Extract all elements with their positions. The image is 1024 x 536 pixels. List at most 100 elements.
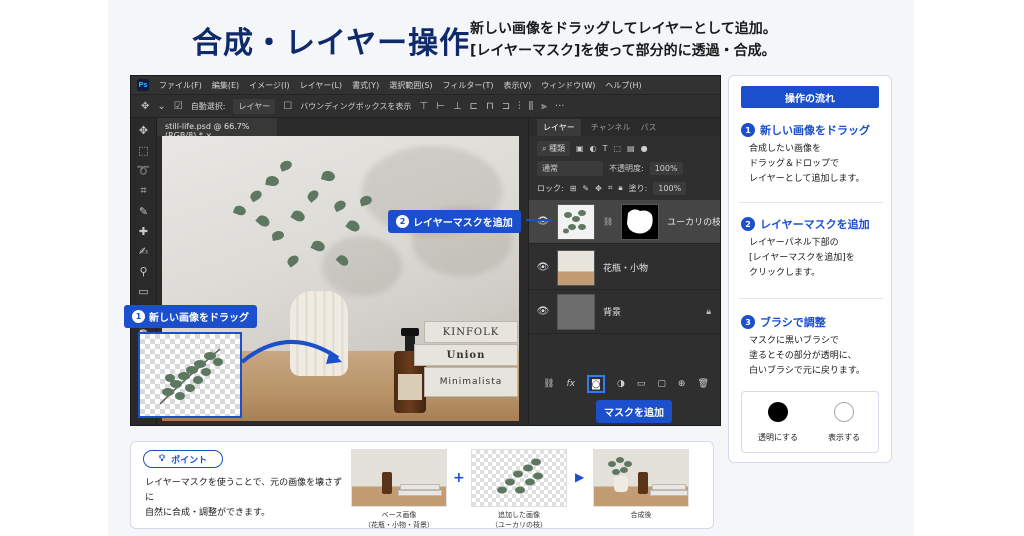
stamp-icon[interactable]: ⚲ [139,265,147,278]
step-number: 2 [741,217,755,231]
crop-icon[interactable]: ⌗ [140,184,146,198]
eye-icon[interactable]: 👁︎ [537,262,550,274]
checkbox-checked-icon[interactable]: ☑ [174,101,183,112]
drag-callout-label: 新しい画像をドラッグ [149,313,249,324]
menu-layer[interactable]: レイヤー(L) [300,80,342,91]
leaf [310,238,327,254]
layers-footer: ⛓ fx ◙ ◑ ▭ ▢ ⊕ 🗑︎ [529,373,720,395]
step-3-body: マスクに黒いブラシで 塗るとその部分が透明に、 白いブラシで元に戻ります。 [749,334,889,379]
eraser-icon[interactable]: ▭ [138,285,148,298]
group-folder-icon[interactable]: ▭ [637,379,646,389]
align-left-icon[interactable]: ⊏ [470,101,478,112]
marquee-icon[interactable]: ⬚ [138,144,148,157]
mask-callout-connector [526,219,552,221]
filter-smart-icon[interactable]: ▤ [627,144,635,153]
link-layers-icon[interactable]: ⛓ [543,379,554,389]
filter-pixel-icon[interactable]: ▣ [576,144,584,153]
distribute-v-icon[interactable]: ⫸ [541,101,547,112]
healing-icon[interactable]: ✚ [139,225,148,238]
move-tool-icon[interactable]: ✥ [141,101,149,112]
opacity-input[interactable]: 100% [649,161,683,175]
layer-row-vase[interactable]: 👁︎ 花瓶・小物 [529,246,720,290]
step-1-title: 1 新しい画像をドラッグ [741,122,870,138]
options-bar: ✥ ⌄ ☑ 自動選択: レイヤー ☐ バウンディングボックスを表示 ⊤ ⊢ ⊥ … [131,94,720,118]
layer-mask-thumbnail[interactable] [621,203,660,240]
bottle-pump [401,328,419,336]
filter-kind-dropdown[interactable]: ⌕ 種類 [537,140,571,156]
filter-shape-icon[interactable]: ⬚ [613,144,621,153]
tab-channels[interactable]: チャンネル [591,122,631,133]
layer-row-background[interactable]: 👁︎ 背景 🔒︎ [529,290,720,334]
caption-line: 合成後 [630,511,652,519]
mini-bottle [382,472,392,494]
eyedropper-icon[interactable]: ✎ [139,205,148,218]
example-result-image [593,449,689,507]
add-layer-mask-button[interactable]: ◙ [587,375,606,393]
point-line: 自然に合成・調整ができます。 [145,508,271,518]
folder-icon[interactable]: ▢ [657,379,666,389]
lasso-icon[interactable]: ➰ [137,164,151,177]
mini-book [650,490,688,496]
auto-select-target-dropdown[interactable]: レイヤー [233,98,276,114]
eye-icon[interactable]: 👁︎ [537,306,550,318]
example-added-caption: 追加した画像 （ユーカリの枝） [471,510,567,530]
fill-input[interactable]: 100% [653,181,687,195]
distribute-h-icon[interactable]: ⫼ [529,101,534,112]
lock-all-icon[interactable]: 🔒︎ [618,183,622,193]
step-title-text: ブラシで調整 [760,316,826,329]
fx-icon[interactable]: fx [567,379,576,389]
distribute-icon[interactable]: ⫶ [518,101,521,112]
new-layer-icon[interactable]: ⊕ [678,379,686,389]
menu-view[interactable]: 表示(V) [504,80,532,91]
blend-row: 通常 不透明度: 100% [529,158,720,178]
panel-tabs: レイヤー チャンネル パス [529,118,720,136]
layer-row-eucalyptus[interactable]: 👁︎ ⛓ ユーカリの枝 [529,200,720,244]
example-result-caption: 合成後 [593,510,689,520]
menu-file[interactable]: ファイル(F) [159,80,202,91]
menu-filter[interactable]: フィルター(T) [443,80,494,91]
document-tab[interactable]: still-life.psd @ 66.7% (RGB/8) * × [157,118,277,140]
eye-icon[interactable]: 👁︎ [537,216,550,228]
lock-row: ロック: ⊞ ✎ ✥ ⌗ 🔒︎ 塗り: 100% [529,178,720,198]
lock-position-icon[interactable]: ✥ [595,184,602,193]
dragged-image[interactable] [138,332,242,418]
menu-type[interactable]: 書式(Y) [352,80,379,91]
tab-layers[interactable]: レイヤー [537,118,581,136]
eucalyptus-thumb [563,209,586,233]
wall-shadow [322,236,402,296]
eucalyptus-branch [159,348,223,405]
checkbox-unchecked-icon[interactable]: ☐ [283,101,292,112]
move-tool-dropdown-icon[interactable]: ⌄ [157,101,165,112]
filter-type-icon[interactable]: T [603,144,608,153]
menu-edit[interactable]: 編集(E) [212,80,239,91]
filter-adjust-icon[interactable]: ◐ [590,144,597,153]
align-bottom-icon[interactable]: ⊥ [453,101,462,112]
layers-panel: レイヤー チャンネル パス ⌕ 種類 ▣ ◐ T ⬚ ▤ ● 通常 不透明度: … [528,118,720,425]
photoshop-logo-icon: Ps [137,79,149,91]
book-union: Union [414,344,518,366]
lock-artboard-icon[interactable]: ⌗ [608,183,613,193]
filter-toggle-icon[interactable]: ● [641,144,648,153]
step-2-body: レイヤーパネル下部の [レイヤーマスクを追加]を クリックします。 [749,236,889,281]
trash-icon[interactable]: 🗑︎ [697,379,708,389]
menu-window[interactable]: ウィンドウ(W) [541,80,595,91]
align-center-icon[interactable]: ⊓ [486,101,494,112]
book-minimalista: Minimalista [424,367,518,397]
more-options-icon[interactable]: ··· [555,101,565,112]
menu-help[interactable]: ヘルプ(H) [605,80,641,91]
move-icon[interactable]: ✥ [139,124,148,137]
tab-paths[interactable]: パス [641,122,657,133]
adjustment-layer-icon[interactable]: ◑ [617,379,625,389]
align-top-icon[interactable]: ⊤ [419,101,428,112]
menu-select[interactable]: 選択範囲(S) [389,80,432,91]
arrow-right-icon: ▶ [575,470,585,484]
brush-icon[interactable]: ✍ [139,245,148,258]
align-middle-icon[interactable]: ⊢ [436,101,445,112]
menu-image[interactable]: イメージ(I) [249,80,289,91]
divider [739,202,883,203]
align-right-icon[interactable]: ⊐ [502,101,510,112]
lock-pixels-icon[interactable]: ⊞ [570,184,577,193]
lock-paint-icon[interactable]: ✎ [582,184,589,193]
blend-mode-dropdown[interactable]: 通常 [537,160,603,176]
chain-link-icon[interactable]: ⛓ [603,217,613,226]
